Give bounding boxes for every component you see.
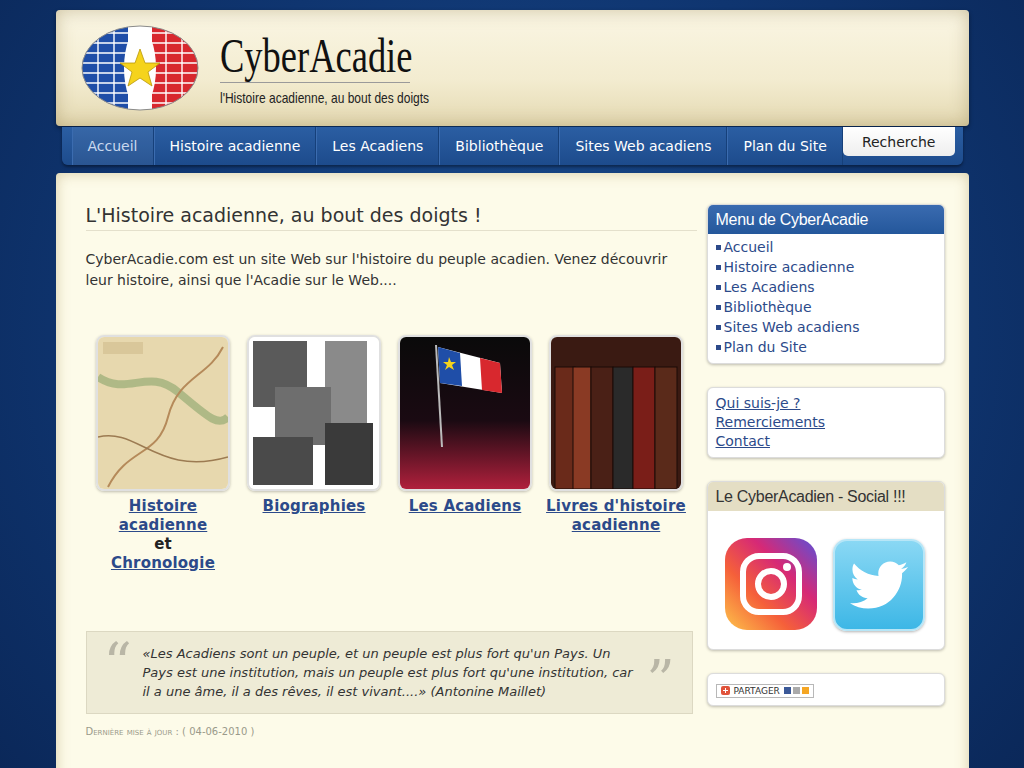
menu-list: AccueilHistoire acadienneLes AcadiensBib…	[708, 234, 944, 363]
feature-link[interactable]: Les Acadiens	[395, 497, 535, 516]
cyberacadie-logo-icon	[80, 23, 200, 113]
menu-title: Menu de CyberAcadie	[708, 205, 944, 234]
crowd-image[interactable]	[398, 335, 532, 491]
nav-item[interactable]: Les Acadiens	[316, 127, 439, 165]
social-row	[708, 511, 944, 649]
feature-link[interactable]: Histoire acadienne	[93, 497, 233, 535]
nav-item[interactable]: Bibliothèque	[439, 127, 559, 165]
brand[interactable]: CyberAcadie l'Histoire acadienne, au bout…	[220, 30, 420, 106]
side-link[interactable]: Contact	[716, 432, 936, 451]
side-link[interactable]: Remerciements	[716, 413, 936, 432]
bullet-icon	[716, 305, 721, 310]
last-updated: Dernière mise à jour : ( 04-06-2010 )	[86, 726, 697, 737]
sidebar: Menu de CyberAcadieAccueilHistoire acadi…	[707, 204, 945, 706]
share-services-icon	[784, 687, 809, 694]
bullet-icon	[716, 265, 721, 270]
feature-caption: Livres d'histoire acadienne	[546, 497, 686, 535]
map-image[interactable]	[96, 335, 230, 491]
menu-item[interactable]: Accueil	[716, 237, 936, 257]
content: L'Histoire acadienne, au bout des doigts…	[86, 204, 697, 737]
links-list: Qui suis-je ?RemerciementsContact	[708, 388, 944, 457]
links-box: Qui suis-je ?RemerciementsContact	[707, 387, 945, 458]
nav-item[interactable]: Histoire acadienne	[154, 127, 317, 165]
bullet-icon	[716, 345, 721, 350]
site-tagline: l'Histoire acadienne, au bout des doigts	[220, 89, 380, 106]
feature-card: Biographies	[239, 335, 390, 573]
search-button[interactable]: Recherche	[843, 127, 955, 156]
bullet-icon	[716, 285, 721, 290]
share-button[interactable]: PARTAGER	[716, 684, 814, 698]
nav-item[interactable]: Sites Web acadiens	[559, 127, 727, 165]
bullet-icon	[716, 325, 721, 330]
main-panel: L'Histoire acadienne, au bout des doigts…	[56, 173, 969, 768]
feature-link[interactable]: Chronologie	[93, 554, 233, 573]
side-link[interactable]: Qui suis-je ?	[716, 394, 936, 413]
feature-link[interactable]: Livres d'histoire acadienne	[546, 497, 686, 535]
menu-box: Menu de CyberAcadieAccueilHistoire acadi…	[707, 204, 945, 364]
page: CyberAcadie l'Histoire acadienne, au bout…	[56, 0, 969, 768]
page-heading: L'Histoire acadienne, au bout des doigts…	[86, 204, 697, 231]
site-title[interactable]: CyberAcadie	[220, 30, 410, 83]
features: Histoire acadienneetChronologie Biographi…	[86, 335, 697, 573]
menu-item[interactable]: Bibliothèque	[716, 297, 936, 317]
feature-caption: Biographies	[244, 497, 384, 516]
menu-item[interactable]: Les Acadiens	[716, 277, 936, 297]
intro-text: CyberAcadie.com est un site Web sur l'hi…	[86, 249, 697, 291]
social-box: Le CyberAcadien - Social !!!	[707, 481, 945, 650]
social-title: Le CyberAcadien - Social !!!	[708, 482, 944, 511]
feature-card: Livres d'histoire acadienne	[541, 335, 692, 573]
quote-box: “«Les Acadiens sont un peuple, et un peu…	[86, 631, 693, 714]
feature-link[interactable]: Biographies	[244, 497, 384, 516]
site-header: CyberAcadie l'Histoire acadienne, au bout…	[56, 10, 969, 126]
feature-caption: Histoire acadienneetChronologie	[93, 497, 233, 573]
menu-item[interactable]: Sites Web acadiens	[716, 317, 936, 337]
menu-item[interactable]: Histoire acadienne	[716, 257, 936, 277]
books-image[interactable]	[549, 335, 683, 491]
twitter-icon[interactable]	[833, 539, 925, 631]
portraits-image[interactable]	[247, 335, 381, 491]
menu-item[interactable]: Plan du Site	[716, 337, 936, 357]
feature-card: Histoire acadienneetChronologie	[88, 335, 239, 573]
feature-text: et	[93, 535, 233, 554]
main-nav: AccueilHistoire acadienneLes AcadiensBib…	[62, 127, 963, 165]
bullet-icon	[716, 245, 721, 250]
plus-icon	[721, 686, 730, 695]
feature-card: Les Acadiens	[390, 335, 541, 573]
nav-item[interactable]: Plan du Site	[727, 127, 842, 165]
close-quote-mark: ”	[636, 657, 686, 705]
instagram-icon[interactable]	[723, 536, 819, 632]
quote-text: «Les Acadiens sont un peuple, et un peup…	[143, 644, 636, 701]
feature-caption: Les Acadiens	[395, 497, 535, 516]
open-quote-mark: “	[93, 640, 143, 688]
nav-item[interactable]: Accueil	[72, 127, 154, 165]
share-box: PARTAGER	[707, 673, 945, 706]
